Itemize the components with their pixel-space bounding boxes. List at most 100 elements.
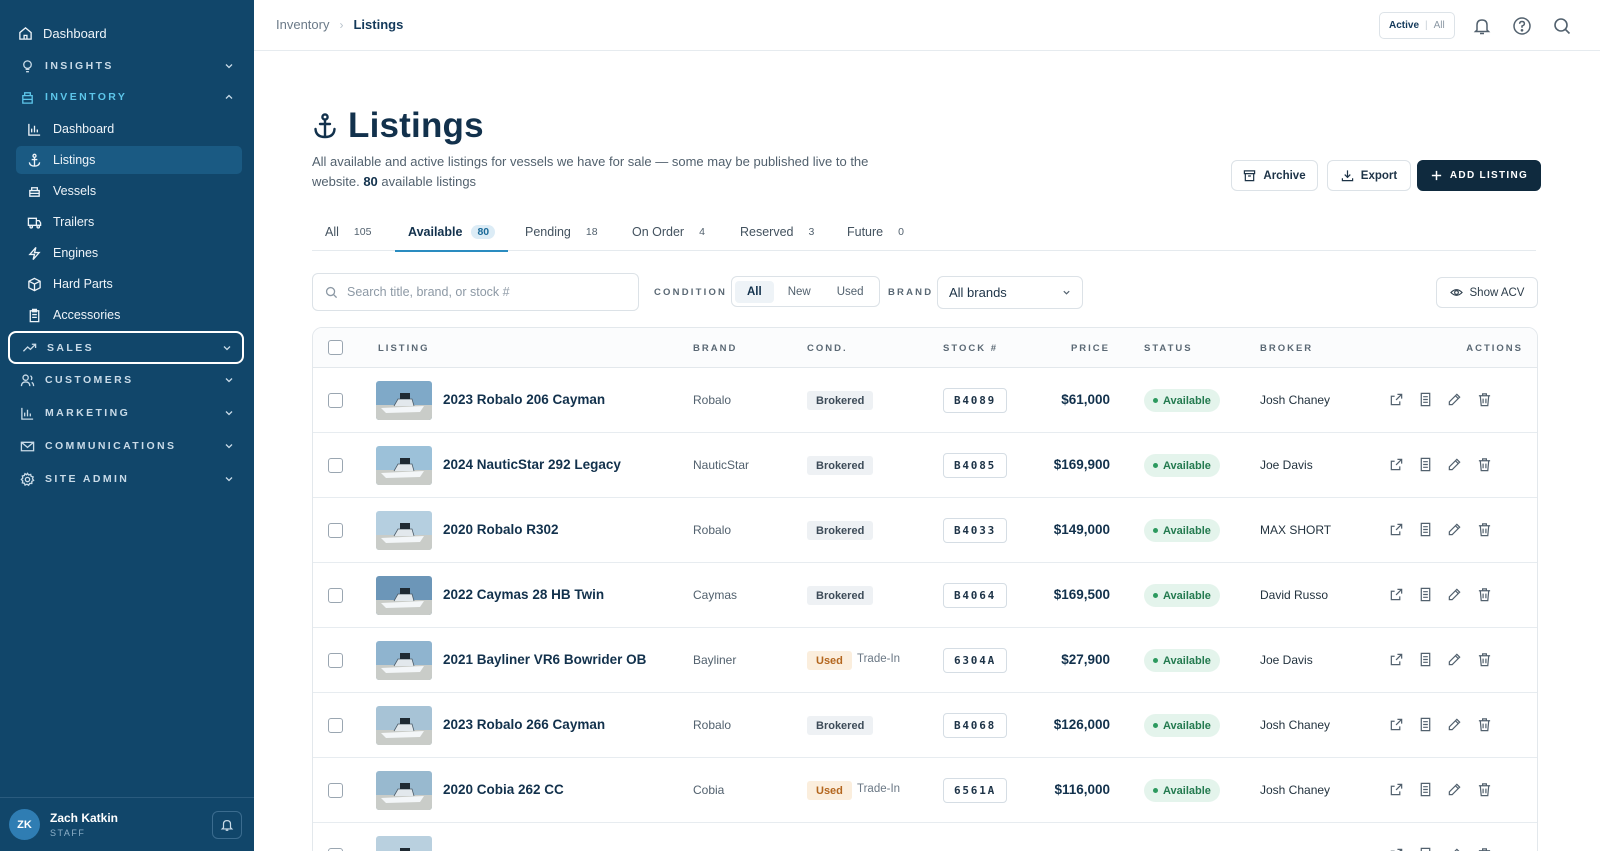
sidebar-section-site-admin[interactable]: SITE ADMIN [8, 463, 244, 495]
search-field[interactable] [312, 273, 639, 311]
trash-icon[interactable] [1477, 587, 1492, 602]
row-checkbox[interactable] [328, 393, 343, 408]
sidebar-item-inventory-dashboard[interactable]: Dashboard [16, 115, 242, 143]
condition-option-new[interactable]: New [776, 281, 823, 303]
search-icon[interactable] [1552, 16, 1572, 36]
trash-icon[interactable] [1477, 717, 1492, 732]
tab-pending[interactable]: Pending 18 [525, 219, 604, 251]
trash-icon[interactable] [1477, 522, 1492, 537]
trash-icon[interactable] [1477, 392, 1492, 407]
row-checkbox[interactable] [328, 458, 343, 473]
header-broker[interactable]: BROKER [1260, 343, 1313, 354]
document-icon[interactable] [1418, 847, 1433, 851]
tab-available[interactable]: Available 80 [395, 219, 509, 252]
document-icon[interactable] [1418, 652, 1433, 667]
table-row[interactable]: 2020 Cobia 262 CC Cobia Used Trade-In 6561A $… [313, 758, 1537, 823]
sidebar-item-vessels[interactable]: Vessels [16, 177, 242, 205]
sidebar-section-marketing[interactable]: MARKETING [8, 397, 244, 429]
notifications-button[interactable] [212, 810, 242, 839]
table-row[interactable] [313, 823, 1537, 851]
listing-name[interactable]: 2023 Robalo 206 Cayman [443, 392, 605, 407]
trash-icon[interactable] [1477, 652, 1492, 667]
listing-thumbnail[interactable] [376, 771, 432, 810]
active-all-toggle[interactable]: Active | All [1379, 12, 1455, 39]
add-listing-button[interactable]: ADD LISTING [1417, 160, 1541, 191]
tab-on-order[interactable]: On Order 4 [632, 219, 711, 251]
condition-option-used[interactable]: Used [825, 281, 876, 303]
header-status[interactable]: STATUS [1144, 343, 1193, 354]
header-stock[interactable]: STOCK # [943, 343, 998, 354]
document-icon[interactable] [1418, 717, 1433, 732]
listing-name[interactable]: 2020 Cobia 262 CC [443, 782, 564, 797]
row-checkbox[interactable] [328, 653, 343, 668]
table-row[interactable]: 2020 Robalo R302 Robalo Brokered B4033 $149,… [313, 498, 1537, 563]
sidebar-item-trailers[interactable]: Trailers [16, 208, 242, 236]
header-brand[interactable]: BRAND [693, 343, 737, 354]
sidebar-section-sales[interactable]: SALES [8, 331, 244, 364]
header-cond[interactable]: COND. [807, 343, 848, 354]
archive-button[interactable]: Archive [1231, 160, 1318, 191]
listing-thumbnail[interactable] [376, 511, 432, 550]
table-row[interactable]: 2024 NauticStar 292 Legacy NauticStar Brok… [313, 433, 1537, 498]
open-external-icon[interactable] [1389, 392, 1404, 407]
open-external-icon[interactable] [1389, 782, 1404, 797]
open-external-icon[interactable] [1389, 457, 1404, 472]
document-icon[interactable] [1418, 522, 1433, 537]
trash-icon[interactable] [1477, 782, 1492, 797]
edit-icon[interactable] [1447, 652, 1462, 667]
row-checkbox[interactable] [328, 718, 343, 733]
export-button[interactable]: Export [1327, 160, 1411, 191]
table-row[interactable]: 2021 Bayliner VR6 Bowrider OB Bayliner Use… [313, 628, 1537, 693]
edit-icon[interactable] [1447, 587, 1462, 602]
edit-icon[interactable] [1447, 717, 1462, 732]
listing-thumbnail[interactable] [376, 576, 432, 615]
open-external-icon[interactable] [1389, 522, 1404, 537]
show-acv-button[interactable]: Show ACV [1436, 277, 1538, 308]
help-icon[interactable] [1512, 16, 1532, 36]
bell-icon[interactable] [1472, 16, 1492, 36]
sidebar-item-hard-parts[interactable]: Hard Parts [16, 270, 242, 298]
header-price[interactable]: PRICE [1071, 343, 1110, 354]
open-external-icon[interactable] [1389, 847, 1404, 851]
listing-name[interactable]: 2022 Caymas 28 HB Twin [443, 587, 604, 602]
condition-option-all[interactable]: All [735, 280, 774, 303]
brand-select[interactable]: All brands [937, 276, 1083, 309]
document-icon[interactable] [1418, 782, 1433, 797]
sidebar-item-listings[interactable]: Listings [16, 146, 242, 174]
edit-icon[interactable] [1447, 522, 1462, 537]
sidebar-section-communications[interactable]: COMMUNICATIONS [8, 430, 244, 462]
sidebar-section-inventory[interactable]: INVENTORY [8, 81, 244, 113]
toggle-active[interactable]: Active [1389, 20, 1419, 31]
edit-icon[interactable] [1447, 782, 1462, 797]
listing-thumbnail[interactable] [376, 706, 432, 745]
trash-icon[interactable] [1477, 847, 1492, 851]
breadcrumb-inventory[interactable]: Inventory [276, 17, 329, 32]
sidebar-item-engines[interactable]: Engines [16, 239, 242, 267]
edit-icon[interactable] [1447, 847, 1462, 851]
edit-icon[interactable] [1447, 392, 1462, 407]
toggle-all[interactable]: All [1434, 20, 1445, 31]
tab-reserved[interactable]: Reserved 3 [740, 219, 820, 251]
avatar[interactable]: ZK [9, 809, 40, 840]
listing-name[interactable]: 2023 Robalo 266 Cayman [443, 717, 605, 732]
table-row[interactable]: 2023 Robalo 266 Cayman Robalo Brokered B406… [313, 693, 1537, 758]
table-row[interactable]: 2022 Caymas 28 HB Twin Caymas Brokered B406… [313, 563, 1537, 628]
tab-future[interactable]: Future 0 [847, 219, 910, 251]
tab-all[interactable]: All 105 [325, 219, 377, 251]
open-external-icon[interactable] [1389, 717, 1404, 732]
header-listing[interactable]: LISTING [378, 343, 429, 354]
row-checkbox[interactable] [328, 588, 343, 603]
listing-thumbnail[interactable] [376, 446, 432, 485]
sidebar-item-accessories[interactable]: Accessories [16, 301, 242, 329]
document-icon[interactable] [1418, 392, 1433, 407]
document-icon[interactable] [1418, 457, 1433, 472]
select-all-checkbox[interactable] [328, 340, 343, 355]
listing-thumbnail[interactable] [376, 641, 432, 680]
sidebar-item-dashboard[interactable]: Dashboard [18, 22, 107, 44]
table-row[interactable]: 2023 Robalo 206 Cayman Robalo Brokered B408… [313, 368, 1537, 433]
open-external-icon[interactable] [1389, 587, 1404, 602]
open-external-icon[interactable] [1389, 652, 1404, 667]
listing-name[interactable]: 2024 NauticStar 292 Legacy [443, 457, 621, 472]
document-icon[interactable] [1418, 587, 1433, 602]
sidebar-section-customers[interactable]: CUSTOMERS [8, 364, 244, 396]
